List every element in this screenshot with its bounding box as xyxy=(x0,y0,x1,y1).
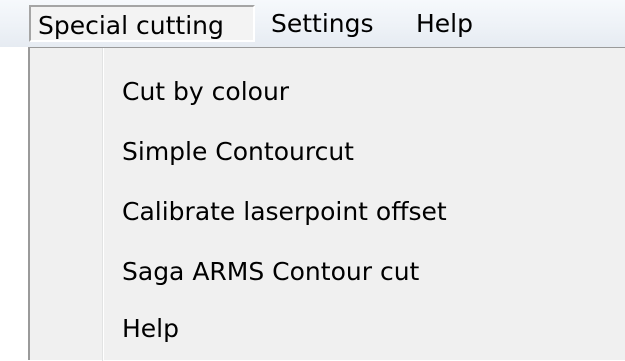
menu-settings[interactable]: Settings xyxy=(269,5,391,42)
menu-bar: Special cutting Settings Help xyxy=(0,0,625,47)
special-cutting-dropdown: Cut by colour Simple Contourcut Calibrat… xyxy=(28,47,625,361)
menu-item-label: Simple Contourcut xyxy=(122,137,354,166)
menu-special-cutting[interactable]: Special cutting xyxy=(29,5,255,42)
menu-item-cut-by-colour[interactable]: Cut by colour xyxy=(34,66,619,118)
menu-item-saga-arms-contour-cut[interactable]: Saga ARMS Contour cut xyxy=(34,246,619,298)
menu-item-calibrate-laserpoint-offset[interactable]: Calibrate laserpoint offset xyxy=(34,186,619,238)
menu-item-label: Cut by colour xyxy=(122,77,290,106)
menu-item-label: Help xyxy=(122,314,179,343)
menu-help[interactable]: Help xyxy=(402,5,496,42)
menu-item-simple-contourcut[interactable]: Simple Contourcut xyxy=(34,126,619,178)
menu-item-label: Saga ARMS Contour cut xyxy=(122,257,420,286)
menu-item-help[interactable]: Help xyxy=(34,303,619,355)
menu-item-label: Calibrate laserpoint offset xyxy=(122,197,447,226)
